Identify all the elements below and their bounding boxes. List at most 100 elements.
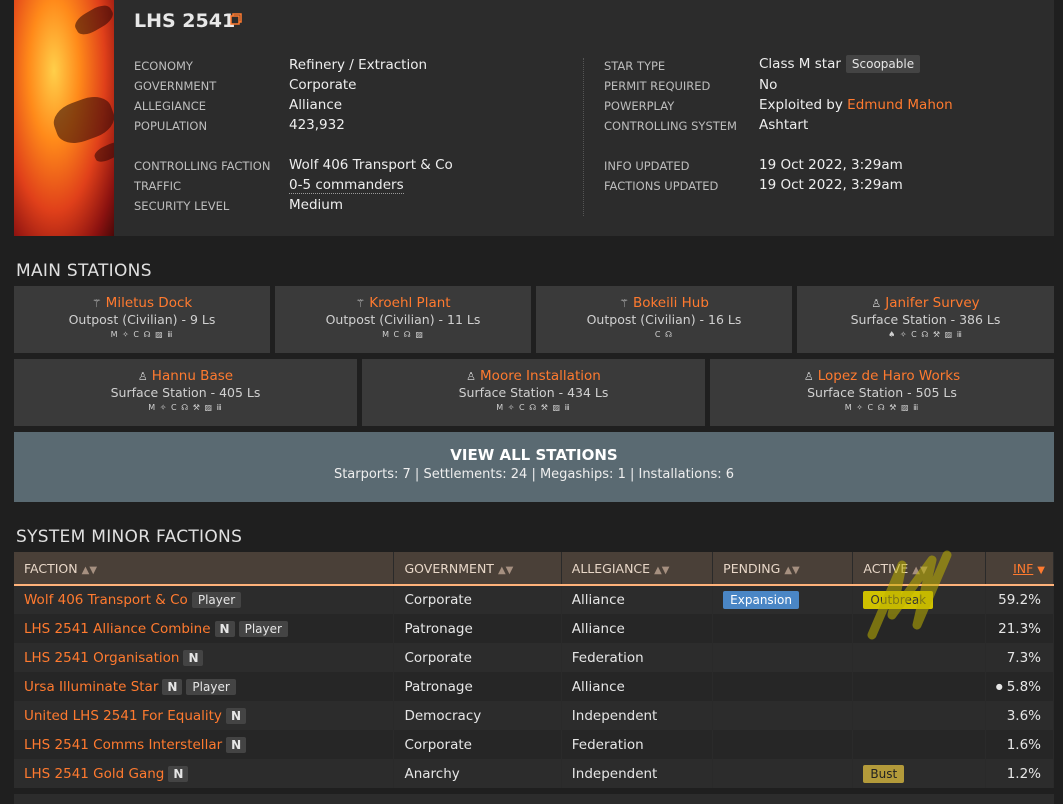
- faction-influence: 59.2%: [985, 585, 1055, 614]
- main-stations-heading: MAIN STATIONS: [16, 261, 152, 281]
- station-card[interactable]: ♙ Lopez de Haro Works Surface Station - 5…: [710, 359, 1054, 426]
- faction-government: Democracy: [393, 701, 562, 730]
- col-government[interactable]: GOVERNMENT ▲▼: [393, 552, 562, 586]
- station-type: Surface Station - 505 Ls: [807, 385, 957, 400]
- sort-icon: ▲▼: [784, 564, 800, 576]
- station-services-icons: M ✧ C ☊ ⚒ ▨ ⅲ: [148, 403, 223, 412]
- col-faction-label: FACTION: [24, 560, 78, 576]
- view-all-stations-button[interactable]: VIEW ALL STATIONS Starports: 7 | Settlem…: [14, 432, 1054, 502]
- table-row: Ursa Illuminate Star N Player Patronage Al…: [14, 672, 1055, 701]
- population-value: 423,932: [289, 117, 345, 133]
- faction-name-link[interactable]: LHS 2541 Alliance Combine: [24, 621, 211, 637]
- powerplay-power-link[interactable]: Edmund Mahon: [847, 97, 953, 113]
- station-name[interactable]: Janifer Survey: [885, 295, 979, 311]
- population-label: POPULATION: [134, 119, 208, 133]
- station-type: Outpost (Civilian) - 9 Ls: [68, 312, 216, 327]
- faction-name-link[interactable]: LHS 2541 Gold Gang: [24, 766, 164, 782]
- factions-updated-value: 19 Oct 2022, 3:29am: [759, 177, 903, 193]
- powerplay-label: POWERPLAY: [604, 99, 675, 113]
- faction-allegiance: Federation: [561, 730, 714, 759]
- faction-allegiance: Alliance: [561, 614, 714, 643]
- faction-name-link[interactable]: Wolf 406 Transport & Co: [24, 592, 188, 608]
- station-card[interactable]: ♙ Moore Installation Surface Station - 43…: [362, 359, 705, 426]
- col-faction[interactable]: FACTION ▲▼: [14, 552, 395, 586]
- faction-influence: 1.2%: [985, 759, 1055, 788]
- col-pending[interactable]: PENDING ▲▼: [712, 552, 854, 586]
- active-cell: [852, 701, 986, 730]
- active-cell: [852, 730, 986, 759]
- faction-government: Corporate: [393, 643, 562, 672]
- pending-cell: [712, 672, 854, 701]
- station-name[interactable]: Kroehl Plant: [369, 295, 450, 311]
- station-type: Surface Station - 434 Ls: [458, 385, 609, 400]
- faction-government: Anarchy: [393, 759, 562, 788]
- powerplay-value: Exploited by Edmund Mahon: [759, 97, 953, 113]
- traffic-label: TRAFFIC: [134, 179, 182, 193]
- faction-government: Corporate: [393, 730, 562, 759]
- copy-link-icon[interactable]: [230, 13, 242, 25]
- government-value: Corporate: [289, 77, 357, 93]
- active-state-badge: Outbreak: [863, 591, 934, 609]
- faction-allegiance: Federation: [561, 643, 714, 672]
- scoopable-badge: Scoopable: [845, 55, 921, 73]
- system-details-left: ECONOMY Refinery / Extraction GOVERNMENT…: [134, 56, 574, 216]
- station-name[interactable]: Miletus Dock: [106, 295, 193, 311]
- surface-station-icon: ♙: [871, 297, 882, 310]
- star-type-value: Class M star Scoopable: [759, 55, 921, 73]
- station-card[interactable]: ⚚ Kroehl Plant Outpost (Civilian) - 11 Ls…: [275, 286, 531, 353]
- station-card[interactable]: ♙ Janifer Survey Surface Station - 386 Ls…: [797, 286, 1054, 353]
- surface-station-icon: ♙: [466, 370, 477, 383]
- pending-cell: [712, 614, 854, 643]
- sort-desc-icon: ▼: [1037, 564, 1045, 576]
- faction-influence: 5.8%: [1006, 678, 1041, 695]
- native-tag: N: [225, 707, 246, 724]
- outpost-icon: ⚚: [91, 297, 102, 310]
- government-label: GOVERNMENT: [134, 79, 217, 93]
- security-label: SECURITY LEVEL: [134, 199, 230, 213]
- station-name[interactable]: Moore Installation: [480, 368, 601, 384]
- station-name[interactable]: Lopez de Haro Works: [818, 368, 960, 384]
- station-name[interactable]: Hannu Base: [152, 368, 233, 384]
- controlling-system-link[interactable]: Ashtart: [759, 117, 808, 133]
- faction-name-link[interactable]: LHS 2541 Organisation: [24, 650, 179, 666]
- native-tag: N: [168, 765, 189, 782]
- sort-icon: ▲▼: [497, 564, 514, 576]
- pending-state-badge: Expansion: [723, 591, 799, 609]
- sort-icon: ▲▼: [654, 564, 670, 576]
- faction-allegiance: Alliance: [561, 585, 714, 614]
- view-all-summary: Starports: 7 | Settlements: 24 | Megashi…: [333, 467, 735, 482]
- table-row: United LHS 2541 For Equality N Democracy …: [14, 701, 1055, 730]
- station-services-icons: M ✧ C ☊ ▨ ⅲ: [110, 330, 174, 339]
- faction-government: Corporate: [393, 585, 562, 614]
- security-value: Medium: [289, 197, 343, 213]
- station-card[interactable]: ⚚ Miletus Dock Outpost (Civilian) - 9 Ls …: [14, 286, 270, 353]
- col-influence[interactable]: INF ▼: [985, 552, 1055, 586]
- controlling-system-label: CONTROLLING SYSTEM: [604, 119, 737, 133]
- station-type: Surface Station - 405 Ls: [110, 385, 261, 400]
- station-name[interactable]: Bokeili Hub: [633, 295, 709, 311]
- station-services-icons: M ✧ C ☊ ⚒ ▨ ⅲ: [844, 403, 920, 412]
- faction-name-link[interactable]: Ursa Illuminate Star: [24, 679, 158, 695]
- permit-label: PERMIT REQUIRED: [604, 79, 711, 93]
- station-type: Surface Station - 386 Ls: [850, 312, 1001, 327]
- outpost-icon: ⚚: [355, 297, 366, 310]
- controlling-faction-link[interactable]: Wolf 406 Transport & Co: [289, 157, 453, 173]
- traffic-value[interactable]: 0-5 commanders: [289, 177, 404, 194]
- player-tag: Player: [191, 592, 242, 608]
- station-card[interactable]: ⚚ Bokeili Hub Outpost (Civilian) - 16 Ls …: [536, 286, 792, 353]
- faction-name-link[interactable]: LHS 2541 Comms Interstellar: [24, 737, 222, 753]
- faction-name-link[interactable]: United LHS 2541 For Equality: [24, 708, 222, 724]
- faction-influence: 3.6%: [985, 701, 1055, 730]
- col-active[interactable]: ACTIVE ▲▼: [852, 552, 986, 586]
- col-allegiance[interactable]: ALLEGIANCE ▲▼: [561, 552, 714, 586]
- info-divider: [583, 58, 584, 216]
- station-services-icons: M ✧ C ☊ ⚒ ▨ ⅲ: [496, 403, 571, 412]
- factions-updated-label: FACTIONS UPDATED: [604, 179, 719, 193]
- system-info-panel: LHS 2541 ECONOMY Refinery / Extraction G…: [14, 0, 1054, 236]
- pending-cell: [712, 701, 854, 730]
- station-type: Outpost (Civilian) - 11 Ls: [325, 312, 481, 327]
- sort-icon: ▲▼: [912, 564, 928, 576]
- system-details-right: STAR TYPE Class M star Scoopable PERMIT R…: [604, 55, 1044, 216]
- station-card[interactable]: ♙ Hannu Base Surface Station - 405 Ls M ✧…: [14, 359, 357, 426]
- allegiance-value: Alliance: [289, 97, 343, 113]
